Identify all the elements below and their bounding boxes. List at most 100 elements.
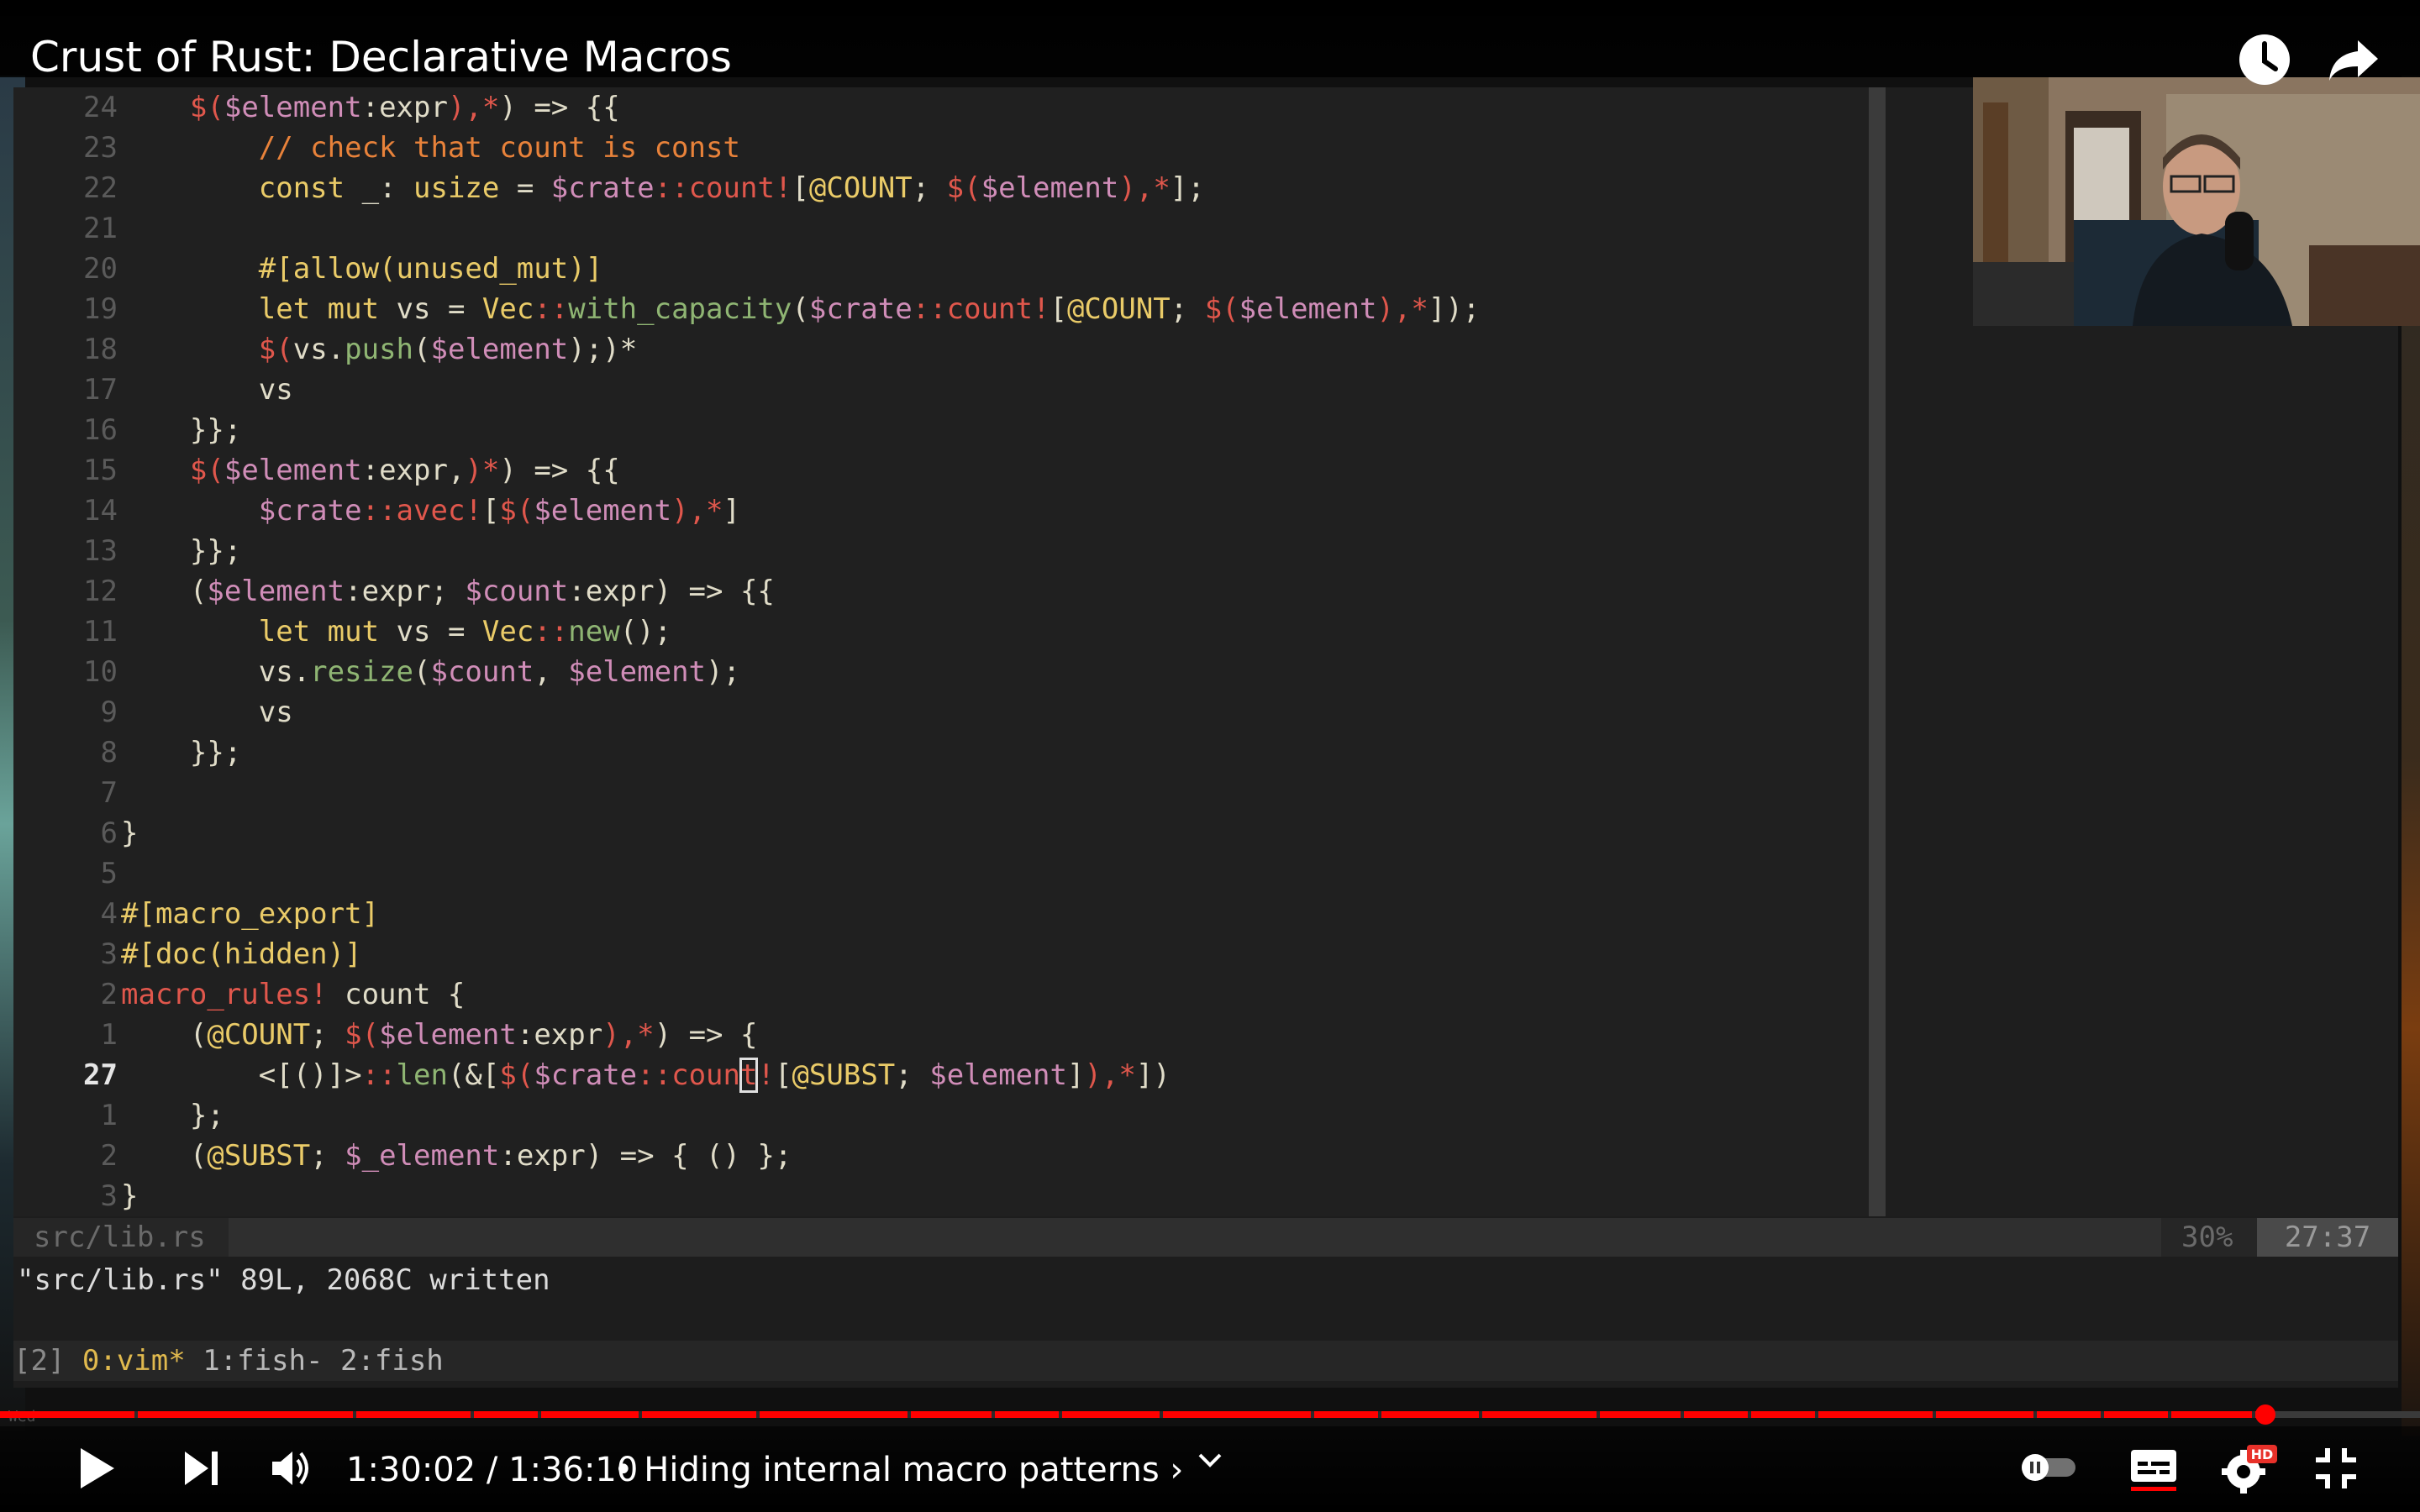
chapter-marker — [1059, 1411, 1062, 1418]
code-line[interactable]: 24 $($element:expr),*) => {{ — [13, 87, 1869, 128]
webcam-image — [1973, 77, 2420, 326]
chapter-marker — [908, 1411, 911, 1418]
status-cursor-position: 27:37 — [2257, 1218, 2398, 1257]
line-number: 11 — [83, 615, 118, 648]
video-title[interactable]: Crust of Rust: Declarative Macros — [30, 30, 732, 84]
code-line[interactable]: 19 let mut vs = Vec::with_capacity($crat… — [13, 289, 1869, 329]
code-text: }}; — [121, 413, 242, 447]
status-scroll-percent: 30% — [2181, 1221, 2233, 1254]
chapter-marker — [2101, 1411, 2104, 1418]
line-number: 23 — [83, 131, 118, 165]
settings-gear-icon[interactable]: HD — [2220, 1441, 2281, 1495]
code-line[interactable]: 8 }}; — [13, 732, 1869, 773]
chapter-title[interactable]: • Hiding internal macro patterns › — [613, 1446, 1183, 1494]
code-line-current[interactable]: 27 <[()]>::len(&[$($crate::count![@SUBST… — [13, 1055, 1869, 1095]
code-line[interactable]: 10 vs.resize($count, $element); — [13, 652, 1869, 692]
code-line[interactable]: 22 const _: usize = $crate::count![@COUN… — [13, 168, 1869, 208]
code-text: let mut vs = Vec::new(); — [258, 615, 672, 648]
code-text: $crate::avec![$($element),*] — [258, 494, 740, 528]
code-text: $($element:expr),*) => {{ — [189, 91, 620, 124]
code-line[interactable]: 12 ($element:expr; $count:expr) => {{ — [13, 571, 1869, 612]
code-text: #[macro_export] — [121, 897, 380, 931]
tmux-window-active[interactable]: 0:vim* — [82, 1344, 186, 1378]
clock-icon[interactable] — [2237, 32, 2292, 87]
line-number: 14 — [83, 494, 118, 528]
chapter-marker — [1748, 1411, 1751, 1418]
chapter-marker — [2033, 1411, 2037, 1418]
code-line[interactable]: 13 }}; — [13, 531, 1869, 571]
code-text: #[allow(unused_mut)] — [258, 252, 603, 286]
line-number: 19 — [83, 292, 118, 326]
code-line[interactable]: 11 let mut vs = Vec::new(); — [13, 612, 1869, 652]
code-line[interactable]: 3} — [13, 1176, 1869, 1216]
line-number: 15 — [83, 454, 118, 487]
code-line[interactable]: 16 }}; — [13, 410, 1869, 450]
skip-next-icon[interactable] — [182, 1448, 222, 1488]
line-number: 10 — [83, 655, 118, 689]
tmux-status-bar: [2] 0:vim* 1:fish- 2:fish — [13, 1341, 2398, 1381]
code-line[interactable]: 2 (@SUBST; $_element:expr) => { () }; — [13, 1136, 1869, 1176]
line-number: 2 — [100, 978, 118, 1011]
code-text: #[doc(hidden)] — [121, 937, 362, 971]
code-line[interactable]: 15 $($element:expr,)*) => {{ — [13, 450, 1869, 491]
line-number: 24 — [83, 91, 118, 124]
code-text: let mut vs = Vec::with_capacity($crate::… — [258, 292, 1481, 326]
chapter-marker — [639, 1411, 642, 1418]
code-line[interactable]: 21 — [13, 208, 1869, 249]
code-line[interactable]: 20 #[allow(unused_mut)] — [13, 249, 1869, 289]
code-text: } — [121, 816, 139, 850]
vim-code-pane[interactable]: 24 $($element:expr),*) => {{23 // check … — [13, 87, 1869, 1216]
code-line[interactable]: 1 }; — [13, 1095, 1869, 1136]
share-arrow-icon[interactable] — [2326, 32, 2381, 87]
code-line[interactable]: 17 vs — [13, 370, 1869, 410]
webcam-overlay — [1973, 77, 2420, 326]
code-text: $(vs.push($element);)* — [258, 333, 638, 366]
tmux-session-label: [2] — [13, 1344, 82, 1378]
chapter-marker — [1311, 1411, 1314, 1418]
time-current: 1:30:02 — [346, 1451, 476, 1489]
line-number: 27 — [83, 1058, 118, 1092]
chevron-down-icon[interactable] — [1197, 1450, 1223, 1470]
line-number: 21 — [83, 212, 118, 245]
play-icon[interactable] — [77, 1446, 118, 1490]
progress-played[interactable] — [0, 1411, 2265, 1418]
line-number: 2 — [100, 1139, 118, 1173]
line-number: 5 — [100, 857, 118, 890]
chapter-marker — [471, 1411, 474, 1418]
code-line[interactable]: 5 — [13, 853, 1869, 894]
volume-icon[interactable] — [269, 1446, 313, 1490]
chapter-marker — [1933, 1411, 1936, 1418]
hd-badge: HD — [2251, 1446, 2274, 1462]
line-number: 22 — [83, 171, 118, 205]
code-line[interactable]: 7 — [13, 773, 1869, 813]
code-text: (@SUBST; $_element:expr) => { () }; — [121, 1139, 792, 1173]
captions-icon[interactable] — [2129, 1446, 2178, 1494]
tmux-window-list[interactable]: 1:fish- 2:fish — [186, 1344, 444, 1378]
code-text: $($element:expr,)*) => {{ — [189, 454, 620, 487]
code-text: const _: usize = $crate::count![@COUNT; … — [258, 171, 1205, 205]
chapter-marker — [1815, 1411, 1818, 1418]
line-number: 1 — [100, 1099, 118, 1132]
exit-fullscreen-icon[interactable] — [2314, 1446, 2358, 1490]
code-text: macro_rules! count { — [121, 978, 466, 1011]
code-line[interactable]: 6} — [13, 813, 1869, 853]
code-line[interactable]: 18 $(vs.push($element);)* — [13, 329, 1869, 370]
line-number: 8 — [100, 736, 118, 769]
chapter-marker — [756, 1411, 760, 1418]
code-line[interactable]: 2 macro_rules! count { — [13, 974, 1869, 1015]
code-line[interactable]: 1 (@COUNT; $($element:expr),*) => { — [13, 1015, 1869, 1055]
line-number: 4 — [100, 897, 118, 931]
code-text: vs — [121, 373, 293, 407]
time-display: 1:30:02 / 1:36:10 — [346, 1446, 638, 1494]
chapter-marker — [353, 1411, 356, 1418]
code-line[interactable]: 3 #[doc(hidden)] — [13, 934, 1869, 974]
autoplay-toggle-icon[interactable] — [2018, 1452, 2079, 1482]
code-text: }}; — [121, 736, 242, 769]
progress-scrubber[interactable] — [2255, 1404, 2275, 1425]
line-number: 6 — [100, 816, 118, 850]
code-line[interactable]: 4 #[macro_export] — [13, 894, 1869, 934]
code-line[interactable]: 14 $crate::avec![$($element),*] — [13, 491, 1869, 531]
code-line[interactable]: 23 // check that count is const — [13, 128, 1869, 168]
code-line[interactable]: 9 vs — [13, 692, 1869, 732]
pane-divider — [1869, 87, 1886, 1216]
